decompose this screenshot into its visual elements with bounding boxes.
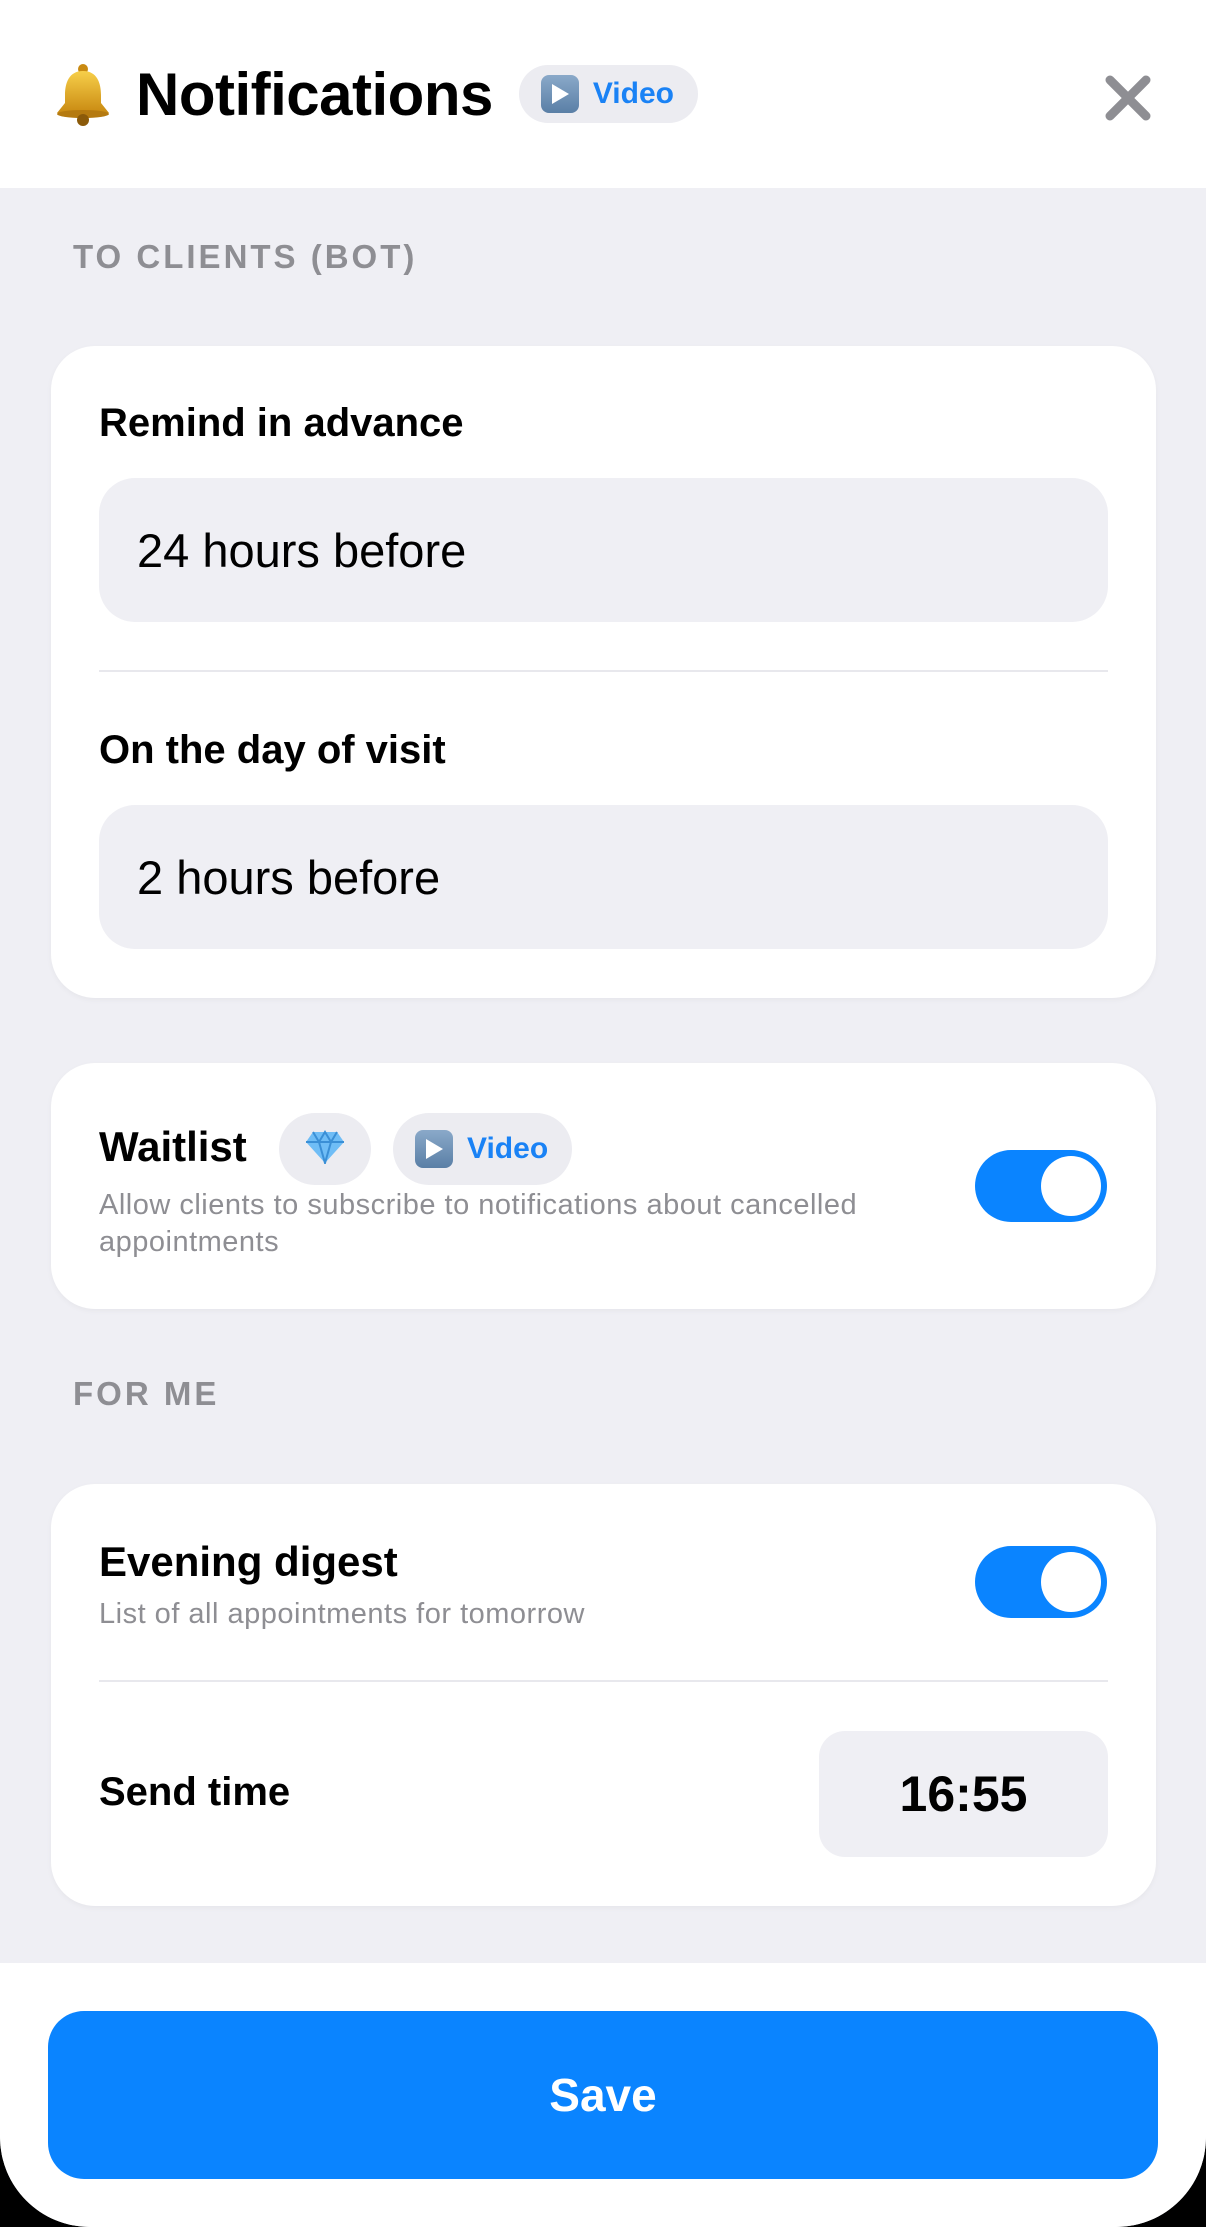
- waitlist-video-label: Video: [467, 1132, 549, 1165]
- close-icon: [1104, 74, 1152, 127]
- save-button[interactable]: Save: [48, 2011, 1158, 2179]
- remind-advance-select[interactable]: 24 hours before: [99, 478, 1108, 622]
- premium-badge[interactable]: [279, 1113, 371, 1185]
- play-icon: [540, 75, 579, 113]
- send-time-field[interactable]: 16:55: [819, 1731, 1108, 1857]
- toggle-knob: [1041, 1552, 1101, 1612]
- digest-card: Evening digest List of all appointments …: [51, 1484, 1156, 1906]
- notifications-screen: Notifications Video TO CLIENTS (BOT) Rem…: [0, 0, 1206, 2227]
- bottom-bar: Save: [0, 1963, 1206, 2227]
- day-of-visit-label: On the day of visit: [99, 728, 446, 772]
- remind-advance-label: Remind in advance: [99, 401, 464, 445]
- digest-toggle[interactable]: [975, 1546, 1107, 1618]
- waitlist-toggle[interactable]: [975, 1150, 1107, 1222]
- digest-description: List of all appointments for tomorrow: [99, 1598, 585, 1630]
- toggle-knob: [1041, 1156, 1101, 1216]
- video-button-label: Video: [592, 77, 674, 110]
- digest-title: Evening digest: [99, 1538, 398, 1585]
- section-label-for-me: FOR ME: [73, 1375, 220, 1412]
- waitlist-video-button[interactable]: Video: [393, 1113, 573, 1185]
- reminders-card: Remind in advance 24 hours before On the…: [51, 346, 1156, 998]
- header: Notifications Video: [0, 0, 1206, 188]
- bell-icon: [48, 59, 118, 129]
- day-of-visit-select[interactable]: 2 hours before: [99, 805, 1108, 949]
- close-button[interactable]: [1098, 70, 1158, 130]
- divider: [99, 670, 1108, 672]
- video-button[interactable]: Video: [518, 65, 698, 123]
- divider: [99, 1680, 1108, 1682]
- header-title-row: Notifications Video: [48, 56, 698, 132]
- play-icon: [415, 1130, 453, 1168]
- page-title: Notifications: [136, 60, 493, 128]
- waitlist-description: Allow clients to subscribe to notificati…: [99, 1189, 858, 1258]
- section-label-to-clients: TO CLIENTS (BOT): [73, 238, 418, 275]
- send-time-label: Send time: [99, 1770, 291, 1814]
- waitlist-card: Waitlist Video Allow clients to subscrib…: [51, 1063, 1156, 1309]
- waitlist-title: Waitlist: [99, 1123, 247, 1170]
- gem-icon: [305, 1129, 345, 1169]
